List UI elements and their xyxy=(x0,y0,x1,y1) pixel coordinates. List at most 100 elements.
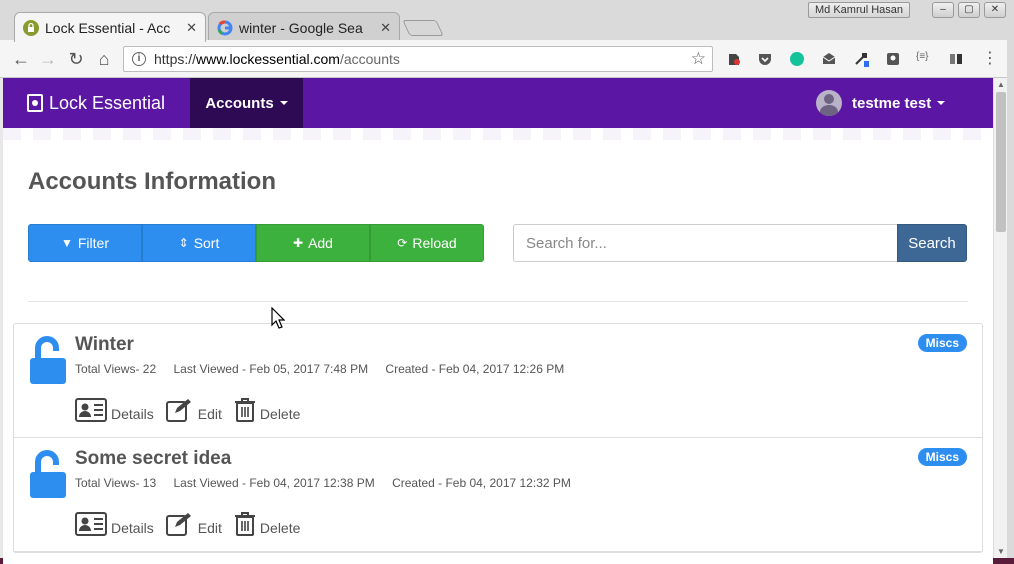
last-viewed: Last Viewed - Feb 04, 2017 12:38 PM xyxy=(173,476,375,490)
created-date: Created - Feb 04, 2017 12:26 PM xyxy=(385,362,565,376)
total-views: Total Views- 22 xyxy=(75,362,157,376)
url-scheme: https:// xyxy=(154,51,197,67)
action-button-group: ▼ Filter ⇕ Sort ✚ Add ⟳ Reload xyxy=(28,224,484,262)
filter-label: Filter xyxy=(77,235,109,251)
account-actions: Details Edit Delete xyxy=(75,512,312,536)
details-button[interactable]: Details xyxy=(75,512,154,536)
new-tab-button[interactable] xyxy=(402,20,444,36)
filter-icon: ▼ xyxy=(60,236,73,250)
category-badge: Miscs xyxy=(917,448,967,466)
edit-icon xyxy=(165,513,191,536)
delete-label: Delete xyxy=(259,520,301,536)
maximize-button[interactable]: ▢ xyxy=(958,2,980,18)
account-title[interactable]: Winter xyxy=(75,334,134,356)
lock-logo-icon xyxy=(27,94,43,112)
browser-tabstrip: Lock Essential - Acc ✕ winter - Google S… xyxy=(0,0,1014,42)
tab-title: winter - Google Sea xyxy=(239,19,363,36)
id-card-icon xyxy=(75,512,107,536)
browser-menu-icon[interactable]: ⋮ xyxy=(979,48,1001,70)
evernote-extension-icon[interactable] xyxy=(726,51,742,67)
page-scrollbar[interactable]: ▲ ▼ xyxy=(993,78,1007,558)
reload-list-button[interactable]: ⟳ Reload xyxy=(370,224,484,262)
eyedropper-extension-icon[interactable] xyxy=(853,51,869,67)
refresh-icon: ⟳ xyxy=(397,236,408,250)
sort-button[interactable]: ⇕ Sort xyxy=(142,224,256,262)
unlocked-icon xyxy=(30,450,66,498)
account-actions: Details Edit Delete xyxy=(75,398,312,422)
brand-logo[interactable]: Lock Essential xyxy=(27,78,165,128)
caret-down-icon xyxy=(279,101,288,105)
trash-icon xyxy=(234,398,255,422)
tab-google-search[interactable]: winter - Google Sea ✕ xyxy=(208,12,400,42)
nav-accounts-dropdown[interactable]: Accounts xyxy=(190,78,303,128)
edit-button[interactable]: Edit xyxy=(165,398,222,422)
last-viewed: Last Viewed - Feb 05, 2017 7:48 PM xyxy=(173,362,369,376)
forward-button[interactable]: → xyxy=(37,48,59,70)
details-button[interactable]: Details xyxy=(75,398,154,422)
tab-title: Lock Essential - Acc xyxy=(45,19,171,36)
sort-icon: ⇕ xyxy=(178,236,189,250)
nav-accounts-label: Accounts xyxy=(205,94,274,112)
app-navbar: Lock Essential Accounts testme test xyxy=(3,78,993,128)
close-window-button[interactable]: ✕ xyxy=(984,2,1006,18)
search-button[interactable]: Search xyxy=(897,224,967,262)
caret-down-icon xyxy=(937,101,946,105)
page-viewport: Lock Essential Accounts testme test Acco… xyxy=(3,78,993,564)
google-favicon-icon xyxy=(217,20,233,36)
lock-favicon-icon xyxy=(23,19,39,36)
url-path: /accounts xyxy=(339,51,400,67)
window-frame-right xyxy=(1007,0,1014,564)
back-button[interactable]: ← xyxy=(10,48,32,70)
list-item[interactable]: Some secret idea Total Views- 13 Last Vi… xyxy=(14,438,982,552)
sort-label: Sort xyxy=(193,235,220,251)
address-bar[interactable]: i https://www.lockessential.com/accounts… xyxy=(123,46,713,72)
search-input[interactable] xyxy=(513,224,897,262)
filter-button[interactable]: ▼ Filter xyxy=(28,224,142,262)
list-item[interactable]: Winter Total Views- 22 Last Viewed - Feb… xyxy=(14,324,982,438)
scroll-up-icon[interactable]: ▲ xyxy=(994,80,1008,89)
scroll-down-icon[interactable]: ▼ xyxy=(994,547,1008,556)
account-title[interactable]: Some secret idea xyxy=(75,448,231,470)
pocket-extension-icon[interactable] xyxy=(757,51,773,67)
user-name: testme test xyxy=(852,94,932,112)
delete-label: Delete xyxy=(259,406,301,422)
tab-close-icon[interactable]: ✕ xyxy=(380,20,391,36)
add-button[interactable]: ✚ Add xyxy=(256,224,370,262)
total-views: Total Views- 13 xyxy=(75,476,157,490)
panel-extension-icon[interactable] xyxy=(948,51,964,67)
lastpass-extension-icon[interactable] xyxy=(885,51,901,67)
edit-button[interactable]: Edit xyxy=(165,512,222,536)
bookmark-star-icon[interactable]: ☆ xyxy=(691,49,706,69)
search-group: Search xyxy=(513,224,967,262)
trash-icon xyxy=(234,512,255,536)
mouse-cursor-icon xyxy=(271,307,285,329)
brand-name: Lock Essential xyxy=(49,92,166,113)
user-menu[interactable]: testme test xyxy=(816,78,946,128)
tab-close-icon[interactable]: ✕ xyxy=(186,20,197,36)
account-meta: Total Views- 13 Last Viewed - Feb 04, 20… xyxy=(75,476,585,490)
scrollbar-thumb[interactable] xyxy=(996,92,1006,232)
minimize-button[interactable]: – xyxy=(932,2,954,18)
id-card-icon xyxy=(75,398,107,422)
navbar-pattern xyxy=(3,128,993,140)
site-info-icon[interactable]: i xyxy=(132,52,146,66)
reload-button[interactable]: ↻ xyxy=(65,48,87,70)
plus-icon: ✚ xyxy=(293,236,304,250)
tab-lock-essential[interactable]: Lock Essential - Acc ✕ xyxy=(14,12,206,42)
mail-extension-icon[interactable] xyxy=(821,51,837,67)
avatar xyxy=(816,90,842,116)
delete-button[interactable]: Delete xyxy=(234,512,300,536)
details-label: Details xyxy=(111,520,154,536)
page-title: Accounts Information xyxy=(28,168,277,195)
home-button[interactable]: ⌂ xyxy=(93,48,115,70)
edit-icon xyxy=(165,399,191,422)
category-badge: Miscs xyxy=(917,334,967,352)
url-host: www.lockessential.com xyxy=(196,51,340,67)
delete-button[interactable]: Delete xyxy=(234,398,300,422)
account-meta: Total Views- 22 Last Viewed - Feb 05, 20… xyxy=(75,362,578,376)
grammarly-extension-icon[interactable] xyxy=(789,51,805,67)
unlocked-icon xyxy=(30,336,66,384)
created-date: Created - Feb 04, 2017 12:32 PM xyxy=(392,476,571,490)
json-extension-icon[interactable]: {≡} xyxy=(916,51,932,67)
profile-chip[interactable]: Md Kamrul Hasan xyxy=(808,2,911,18)
